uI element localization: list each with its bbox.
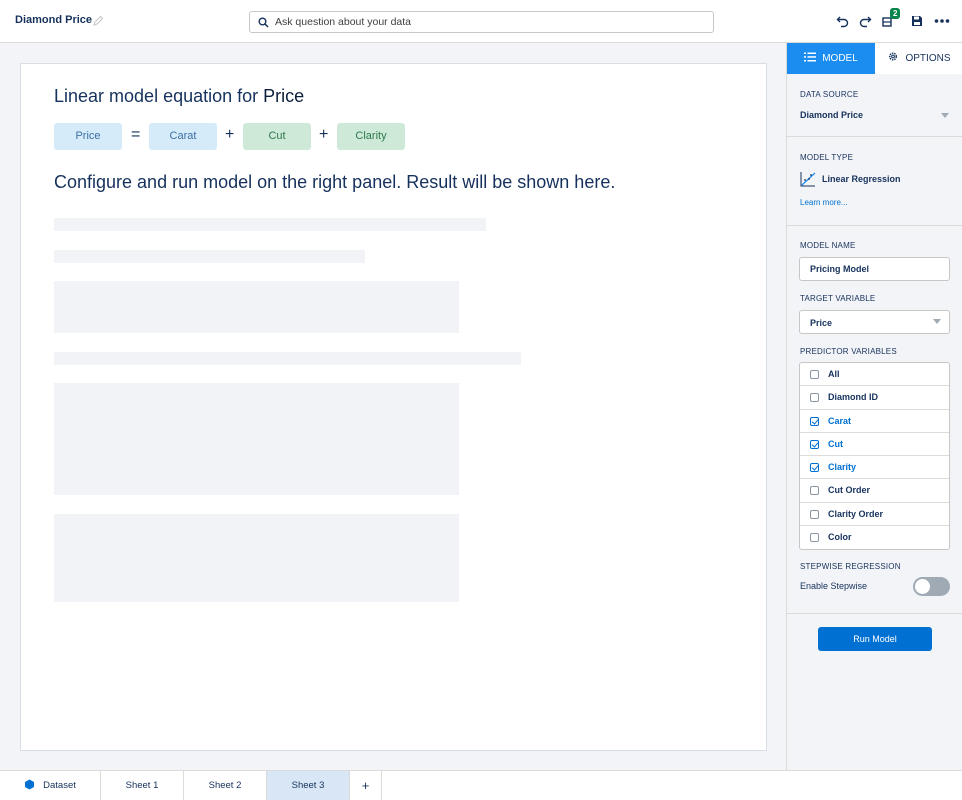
tab-sheet-3[interactable]: Sheet 3 <box>267 771 350 800</box>
regression-chart-icon <box>800 172 816 187</box>
checkbox[interactable] <box>810 416 819 426</box>
gear-icon <box>889 52 898 61</box>
search-icon <box>258 17 269 28</box>
toggle-knob <box>915 579 930 594</box>
data-source-select[interactable]: Diamond Price <box>800 110 950 120</box>
target-chip: Price <box>54 123 122 150</box>
placeholder-line <box>54 218 486 231</box>
search-input[interactable] <box>275 13 705 31</box>
tab-dataset[interactable]: Dataset <box>0 771 101 800</box>
placeholder-block <box>54 514 459 602</box>
add-sheet-button[interactable]: + <box>350 771 382 800</box>
checkbox[interactable] <box>810 393 819 403</box>
plus-operator: + <box>319 126 329 143</box>
data-source-label: DATA SOURCE <box>800 90 859 99</box>
stepwise-toggle[interactable] <box>913 577 950 596</box>
model-name-input[interactable] <box>799 257 950 281</box>
notification-badge: 2 <box>890 8 901 19</box>
enable-stepwise-label: Enable Stepwise <box>800 581 868 591</box>
equation-title-target: Price <box>263 86 305 106</box>
placeholder-line <box>54 250 365 263</box>
undo-icon[interactable] <box>836 14 850 28</box>
pencil-icon[interactable] <box>92 15 104 27</box>
learn-more-link[interactable]: Learn more... <box>800 198 848 207</box>
predictor-item-cut-order[interactable]: Cut Order <box>800 479 949 503</box>
dataset-icon <box>25 779 35 790</box>
target-variable-value: Price <box>810 318 833 328</box>
save-icon[interactable] <box>910 14 924 28</box>
predictor-label: Cut <box>828 438 843 449</box>
checkbox[interactable] <box>810 509 819 519</box>
divider <box>787 225 962 226</box>
result-canvas: Linear model equation for Price Price = … <box>20 63 767 751</box>
tab-options[interactable]: OPTIONS <box>875 43 962 74</box>
predictor-item-clarity-order[interactable]: Clarity Order <box>800 503 949 527</box>
predictor-item-carat[interactable]: Carat <box>800 410 949 433</box>
panel-tabs: MODEL OPTIONS <box>787 43 962 74</box>
checkbox[interactable] <box>810 463 819 473</box>
tab-sheet-1[interactable]: Sheet 1 <box>101 771 184 800</box>
more-icon[interactable] <box>934 14 950 28</box>
redo-icon[interactable] <box>858 14 872 28</box>
app-title: Diamond Price <box>15 14 93 26</box>
predictor-label: Clarity Order <box>828 508 884 519</box>
predictor-list: All Diamond ID Carat Cut Clarity Cut Ord… <box>799 362 950 551</box>
predictor-item-diamond-id[interactable]: Diamond ID <box>800 386 949 410</box>
tab-model[interactable]: MODEL <box>787 43 875 74</box>
tab-dataset-label: Dataset <box>43 780 76 791</box>
placeholder-block <box>54 281 459 333</box>
run-model-button[interactable]: Run Model <box>818 627 932 651</box>
tab-options-label: OPTIONS <box>905 53 951 64</box>
model-name-label: MODEL NAME <box>800 241 856 250</box>
predictor-item-cut[interactable]: Cut <box>800 433 949 457</box>
predictor-chip: Cut <box>243 123 311 150</box>
stepwise-label: STEPWISE REGRESSION <box>800 562 901 571</box>
predictor-label: Color <box>828 532 852 543</box>
sheet-tab-bar: Dataset Sheet 1 Sheet 2 Sheet 3 + <box>0 770 962 800</box>
equals-operator: = <box>131 126 141 143</box>
predictor-chip: Carat <box>149 123 217 150</box>
result-hint: Configure and run model on the right pan… <box>54 172 616 192</box>
checkbox[interactable] <box>810 439 819 449</box>
checkbox[interactable] <box>810 533 819 543</box>
model-panel: MODEL OPTIONS DATA SOURCE Diamond Price … <box>786 43 962 770</box>
model-type-label: MODEL TYPE <box>800 153 854 162</box>
predictor-label: Carat <box>828 415 852 426</box>
target-variable-select[interactable]: Price <box>799 310 950 334</box>
predictor-chip: Clarity <box>337 123 405 150</box>
chevron-down-icon <box>933 319 941 324</box>
checkbox[interactable] <box>810 486 819 496</box>
predictor-label: Clarity <box>828 462 857 473</box>
tab-sheet-2[interactable]: Sheet 2 <box>184 771 267 800</box>
predictor-item-all[interactable]: All <box>800 363 949 387</box>
plus-operator: + <box>225 126 235 143</box>
predictor-item-clarity[interactable]: Clarity <box>800 456 949 480</box>
target-variable-label: TARGET VARIABLE <box>800 294 876 303</box>
predictor-label: All <box>828 369 840 379</box>
predictor-variables-label: PREDICTOR VARIABLES <box>800 347 897 356</box>
equation-title: Linear model equation for Price <box>54 86 304 107</box>
top-bar: Diamond Price 2 <box>0 0 962 43</box>
predictor-label: Cut Order <box>828 485 871 496</box>
placeholder-line <box>54 352 521 365</box>
search-box[interactable] <box>249 11 714 33</box>
model-type-value: Linear Regression <box>822 174 901 184</box>
predictor-item-color[interactable]: Color <box>800 526 949 549</box>
checkbox[interactable] <box>810 370 819 379</box>
chevron-down-icon <box>941 113 949 118</box>
list-icon <box>804 52 817 62</box>
divider <box>787 136 962 137</box>
predictor-label: Diamond ID <box>828 392 879 403</box>
equation-title-prefix: Linear model equation for <box>54 86 259 106</box>
placeholder-block <box>54 383 459 495</box>
divider <box>787 613 962 614</box>
tab-model-label: MODEL <box>822 53 858 64</box>
